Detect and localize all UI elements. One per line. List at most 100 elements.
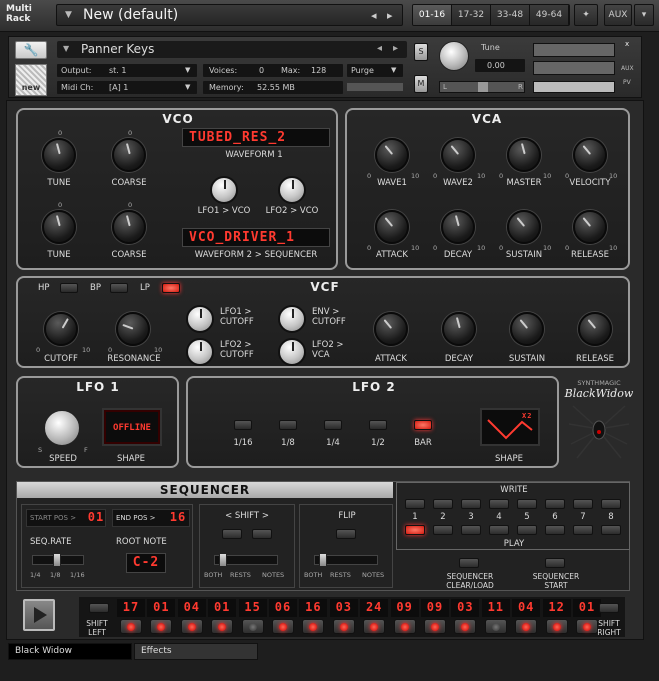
step-toggle-11[interactable] <box>424 619 446 634</box>
rack-menu-icon[interactable]: ▾ <box>634 4 654 26</box>
vcf-release-knob[interactable] <box>578 312 612 346</box>
pv-toggle[interactable]: PV <box>623 79 631 86</box>
step-toggle-9[interactable] <box>363 619 386 634</box>
play-slot-button-2[interactable] <box>433 525 453 535</box>
step-toggle-2[interactable] <box>150 619 173 634</box>
lfo2-rate-button-3[interactable] <box>324 420 342 430</box>
pan-slider[interactable]: L R <box>439 81 525 93</box>
midi-channel-field[interactable]: Midi Ch: [A] 1 ▼ <box>57 81 197 94</box>
lfo2-rate-button-1[interactable] <box>234 420 252 430</box>
write-slot-button-1[interactable] <box>405 499 425 509</box>
lfo1-vco-knob[interactable] <box>210 176 238 204</box>
tune-value-field[interactable]: 0.00 <box>475 59 525 72</box>
write-slot-button-4[interactable] <box>489 499 509 509</box>
play-slot-button-7[interactable] <box>573 525 593 535</box>
hp-filter-button[interactable] <box>60 283 78 293</box>
midi-dropdown-icon[interactable]: ▼ <box>185 83 190 91</box>
write-slot-button-3[interactable] <box>461 499 481 509</box>
shift-right-button[interactable] <box>252 529 272 539</box>
aux-button[interactable]: AUX <box>604 4 632 26</box>
solo-button[interactable]: S <box>414 43 428 61</box>
shift-left-step-button[interactable] <box>89 603 109 613</box>
start-pos-field[interactable]: START POS > 01 <box>26 509 106 527</box>
step-value-16[interactable]: 01 <box>573 599 601 617</box>
cutoff-knob[interactable] <box>44 312 78 346</box>
step-toggle-10[interactable] <box>393 619 416 634</box>
step-value-10[interactable]: 09 <box>390 599 419 617</box>
vca-wave1-knob[interactable] <box>375 138 409 172</box>
write-slot-button-8[interactable] <box>601 499 621 509</box>
waveform2-display[interactable]: VCO_DRIVER_1 <box>182 228 330 247</box>
play-slot-button-1[interactable] <box>405 525 425 535</box>
dropdown-arrow-icon[interactable]: ▼ <box>65 10 72 20</box>
step-toggle-13[interactable] <box>484 619 507 634</box>
step-toggle-12[interactable] <box>454 619 477 634</box>
seq-rate-thumb[interactable] <box>53 553 61 567</box>
lfo2-rate-button-2[interactable] <box>279 420 297 430</box>
shift-left-button[interactable] <box>222 529 242 539</box>
step-toggle-5[interactable] <box>241 619 264 634</box>
preset-selector[interactable]: ▼ New (default) ◂ ▸ <box>56 4 403 26</box>
flip-mode-thumb[interactable] <box>319 553 327 567</box>
vca-velocity-knob[interactable] <box>573 138 607 172</box>
output-field[interactable]: Output: st. 1 ▼ <box>57 64 197 77</box>
play-slot-button-4[interactable] <box>489 525 509 535</box>
prev-preset-icon[interactable]: ◂ <box>371 9 377 22</box>
step-toggle-8[interactable] <box>332 619 355 634</box>
lfo2-vco-knob[interactable] <box>278 176 306 204</box>
vcf-attack-knob[interactable] <box>374 312 408 346</box>
lfo1-shape-display[interactable]: OFFLINE <box>102 408 162 446</box>
flip-button[interactable] <box>336 529 356 539</box>
step-value-15[interactable]: 12 <box>542 599 571 617</box>
flip-mode-slider[interactable] <box>314 553 378 567</box>
vca-attack-knob[interactable] <box>375 210 409 244</box>
purge-menu[interactable]: Purge ▼ <box>347 64 403 77</box>
write-slot-button-2[interactable] <box>433 499 453 509</box>
step-toggle-3[interactable] <box>180 619 203 634</box>
step-toggle-4[interactable] <box>211 619 234 634</box>
output-dropdown-icon[interactable]: ▼ <box>185 66 190 74</box>
range-tab-3[interactable]: 33-48 <box>491 5 530 25</box>
vco-coarse2-knob[interactable] <box>112 210 146 244</box>
env-cutoff-knob[interactable] <box>278 305 306 333</box>
step-value-13[interactable]: 11 <box>481 599 510 617</box>
range-tab-4[interactable]: 49-64 <box>530 5 569 25</box>
seq-rate-slider[interactable] <box>32 553 84 567</box>
lfo2-cutoff-knob[interactable] <box>186 338 214 366</box>
close-icon[interactable]: x <box>625 40 629 48</box>
sequencer-start-button[interactable] <box>545 558 565 568</box>
step-value-2[interactable]: 01 <box>147 599 176 617</box>
step-value-9[interactable]: 24 <box>360 599 389 617</box>
tab-effects[interactable]: Effects <box>134 643 258 660</box>
vca-release-knob[interactable] <box>573 210 607 244</box>
lfo2-shape-display[interactable]: X2 <box>480 408 540 446</box>
write-slot-button-7[interactable] <box>573 499 593 509</box>
step-toggle-14[interactable] <box>515 619 538 634</box>
lfo2-rate-button-5[interactable] <box>414 420 432 430</box>
lp-filter-button[interactable] <box>162 283 180 293</box>
shift-mode-thumb[interactable] <box>219 553 227 567</box>
step-toggle-15[interactable] <box>545 619 568 634</box>
step-value-14[interactable]: 04 <box>512 599 541 617</box>
step-value-11[interactable]: 09 <box>421 599 449 617</box>
sequencer-clear-load-button[interactable] <box>459 558 479 568</box>
instrument-dropdown-icon[interactable]: ▼ <box>63 44 69 53</box>
lfo2-rate-button-4[interactable] <box>369 420 387 430</box>
shift-right-step-button[interactable] <box>599 603 619 613</box>
step-value-5[interactable]: 15 <box>238 599 267 617</box>
lfo1-speed-knob[interactable] <box>44 410 80 446</box>
tune-knob[interactable] <box>439 41 469 71</box>
step-toggle-1[interactable] <box>120 619 142 634</box>
play-slot-button-8[interactable] <box>601 525 621 535</box>
mute-button[interactable]: M <box>414 75 428 93</box>
vca-decay-knob[interactable] <box>441 210 475 244</box>
root-note-display[interactable]: C-2 <box>126 553 166 573</box>
next-instrument-icon[interactable]: ▸ <box>393 43 398 54</box>
vca-wave2-knob[interactable] <box>441 138 475 172</box>
write-slot-button-5[interactable] <box>517 499 537 509</box>
waveform1-display[interactable]: TUBED_RES_2 <box>182 128 330 147</box>
play-button[interactable] <box>23 599 55 631</box>
prev-instrument-icon[interactable]: ◂ <box>377 43 382 54</box>
aux-toggle[interactable]: AUX <box>621 65 634 72</box>
vca-master-knob[interactable] <box>507 138 541 172</box>
